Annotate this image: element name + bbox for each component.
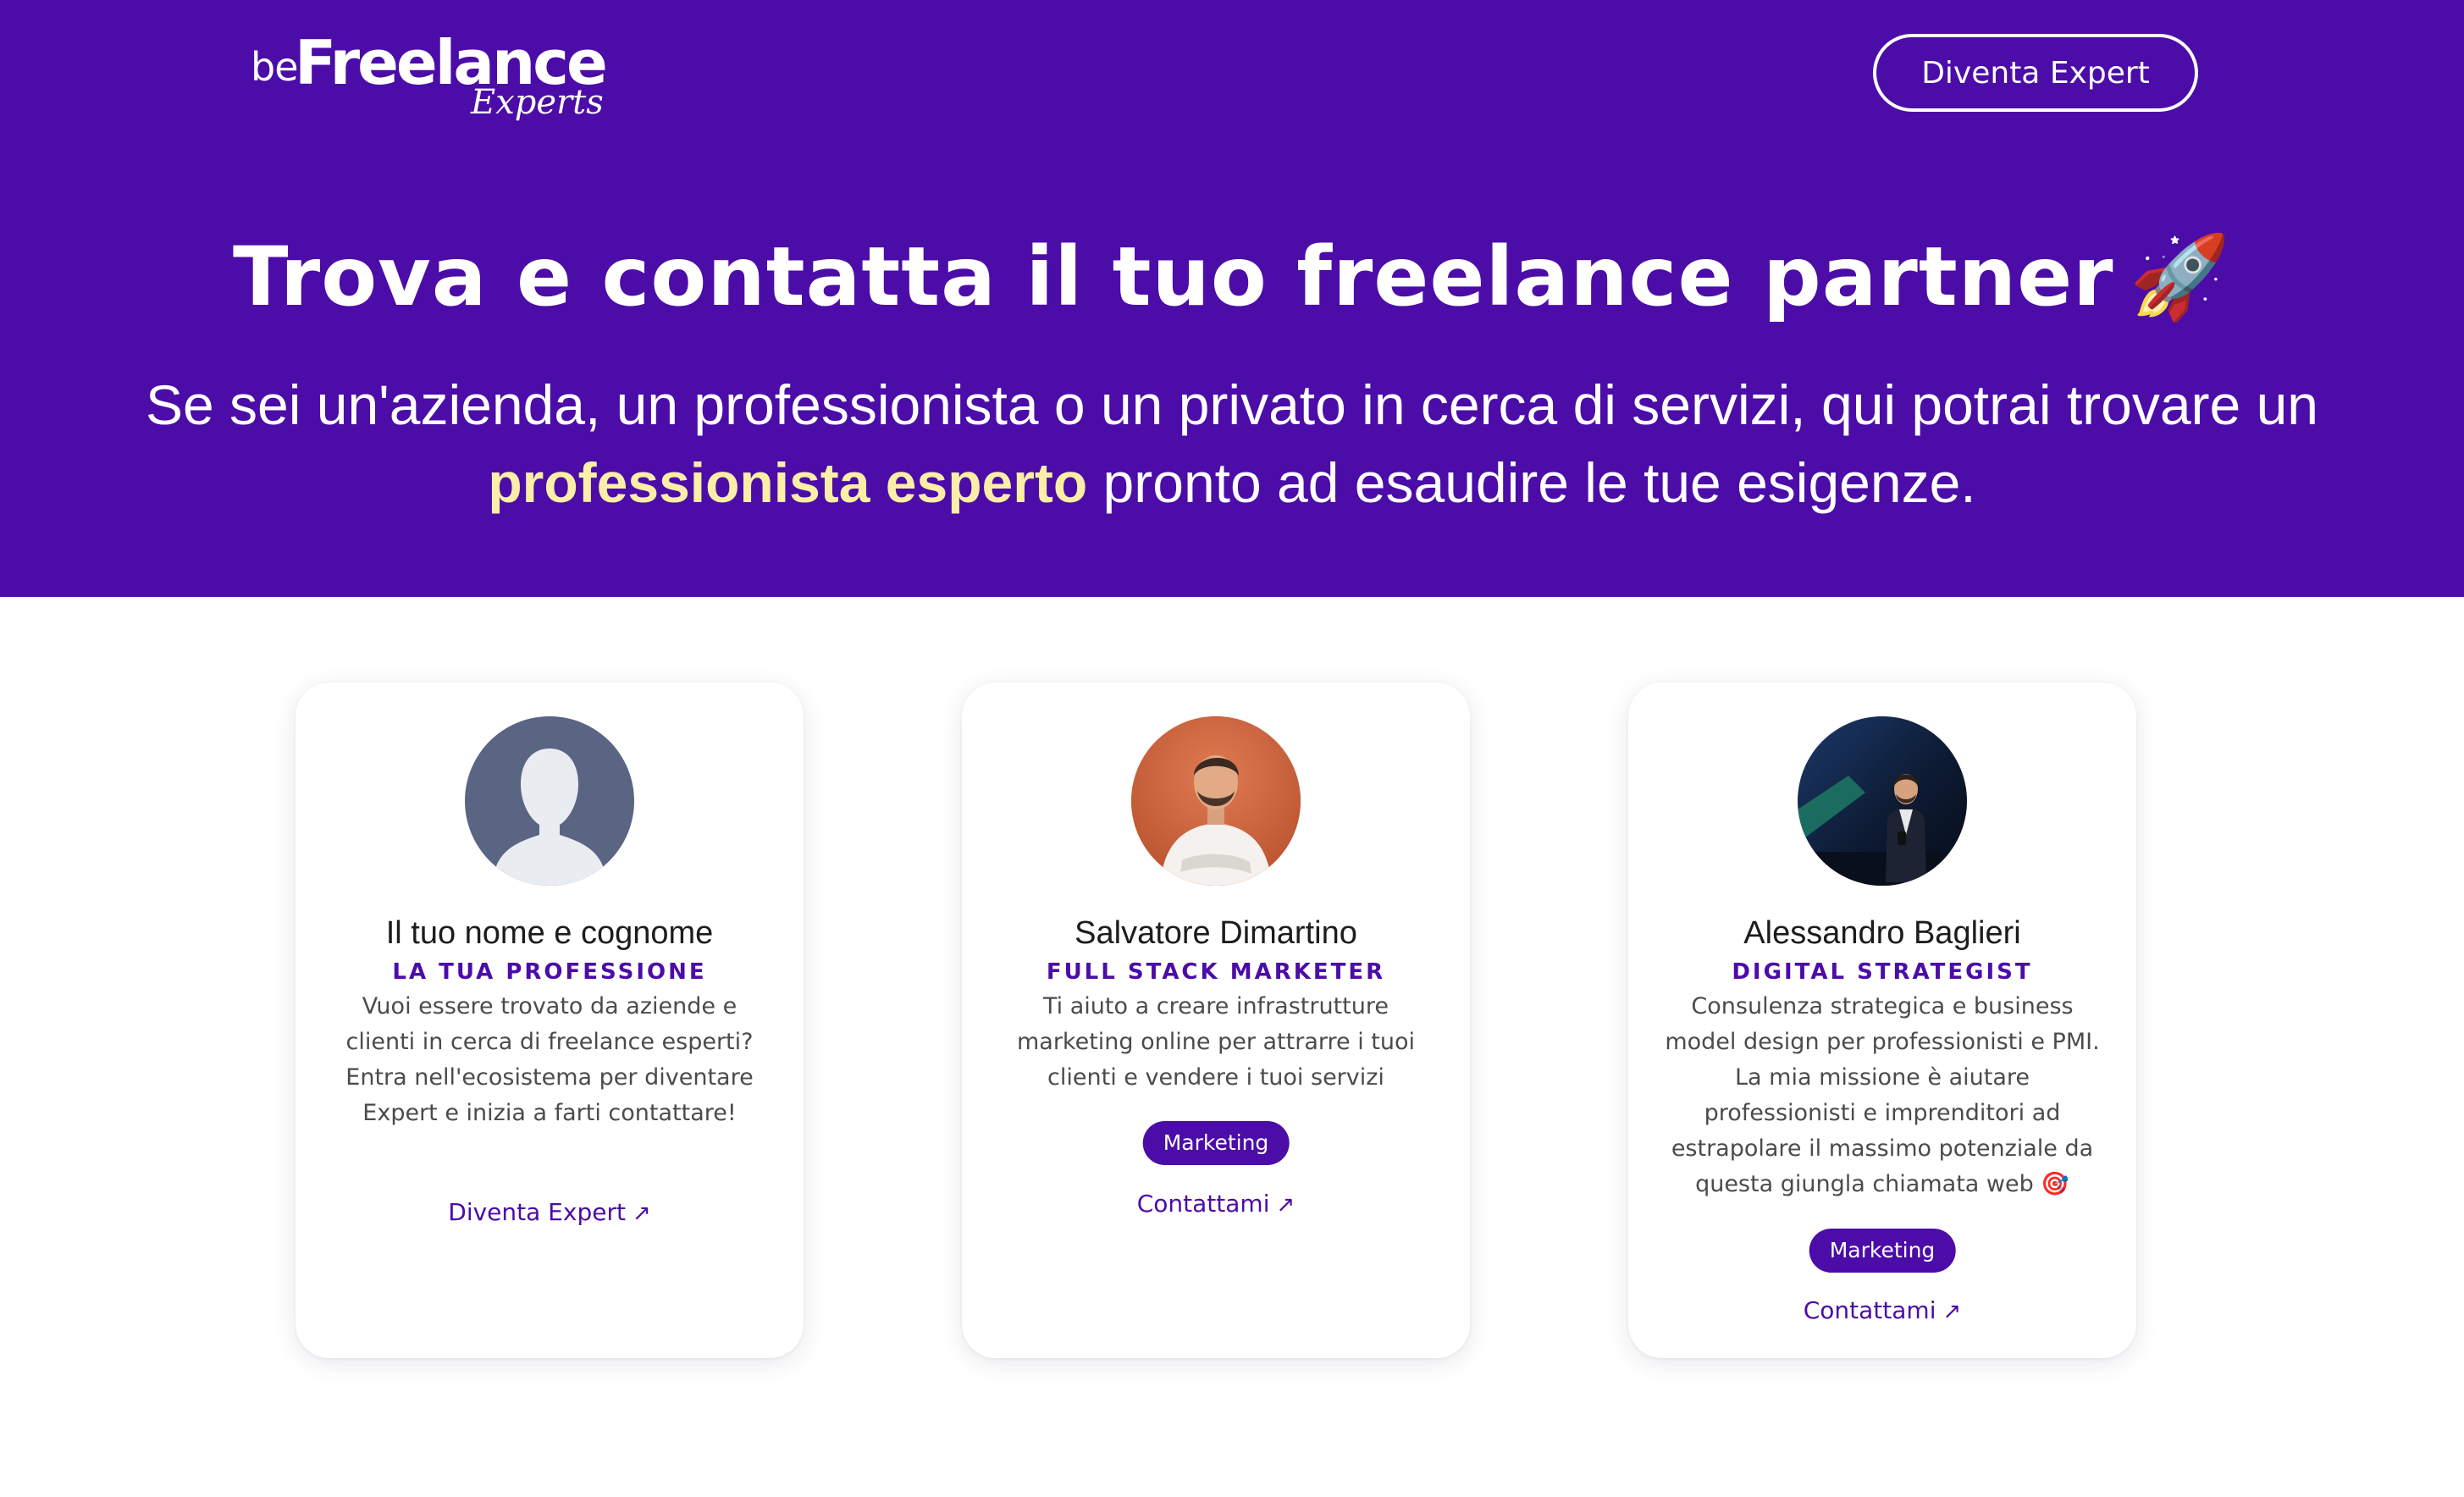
expert-description: Vuoi essere trovato da aziende e clienti… [345,993,754,1126]
rocket-icon: 🚀 [2129,229,2232,324]
hero-section: be Freelance Experts Diventa Expert Trov… [0,0,2464,597]
hero-subtitle-highlight: professionista esperto [488,451,1088,514]
avatar-placeholder [465,716,634,886]
arrow-up-right-icon: ↗ [632,1201,651,1226]
expert-card-salvatore: Salvatore Dimartino FULL STACK MARKETER … [962,682,1470,1358]
link-label: Diventa Expert [448,1198,626,1226]
diventa-expert-header-button[interactable]: Diventa Expert [1873,34,2198,112]
profile-photo-icon [1798,716,1967,886]
hero-subtitle-before: Se sei un'azienda, un professionista o u… [145,373,2318,436]
link-label: Contattami [1136,1190,1270,1218]
befreelance-logo[interactable]: be Freelance Experts [251,25,623,135]
logo-experts-text: Experts [471,83,604,122]
expert-name: Il tuo nome e cognome [385,915,714,951]
hero-subtitle-after: pronto ad esaudire le tue esigenze. [1087,451,1976,514]
user-silhouette-icon [465,716,634,886]
arrow-up-right-icon: ↗ [1276,1192,1296,1218]
expert-description: Consulenza strategica e business model d… [1665,993,2100,1197]
contattami-link[interactable]: Contattami ↗ [962,1187,1470,1222]
diventa-expert-link[interactable]: Diventa Expert ↗ [296,1196,804,1230]
expert-role: LA TUA PROFESSIONE [392,959,707,985]
hero-title: Trova e contatta il tuo freelance partne… [0,222,2464,332]
expert-role: DIGITAL STRATEGIST [1732,959,2033,985]
expert-card-placeholder: Il tuo nome e cognome LA TUA PROFESSIONE… [296,682,804,1358]
expert-name: Salvatore Dimartino [1075,915,1357,951]
avatar-photo [1798,716,1967,886]
expert-description: Ti aiuto a creare infrastrutture marketi… [1016,993,1416,1091]
contattami-link[interactable]: Contattami ↗ [1628,1294,2136,1329]
marketing-tag[interactable]: Marketing [1809,1229,1956,1273]
header-cta-label: Diventa Expert [1921,55,2150,91]
link-label: Contattami [1803,1296,1936,1324]
expert-role: FULL STACK MARKETER [1046,959,1386,985]
hero-title-text: Trova e contatta il tuo freelance partne… [232,229,2114,324]
arrow-up-right-icon: ↗ [1942,1299,1962,1324]
hero-subtitle: Se sei un'azienda, un professionista o u… [127,366,2337,522]
expert-name: Alessandro Baglieri [1743,915,2021,951]
profile-photo-icon [1131,716,1301,886]
expert-card-alessandro: Alessandro Baglieri DIGITAL STRATEGIST C… [1628,682,2136,1358]
marketing-tag[interactable]: Marketing [1142,1121,1290,1165]
avatar-photo [1131,716,1301,886]
logo-be-text: be [251,44,298,90]
